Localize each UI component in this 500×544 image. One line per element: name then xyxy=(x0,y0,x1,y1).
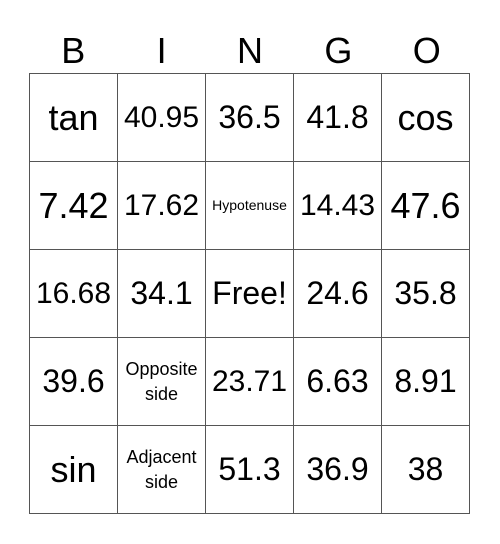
card-cell[interactable]: 38 xyxy=(381,425,470,514)
card-cell[interactable]: 40.95 xyxy=(117,73,206,162)
card-cell[interactable]: cos xyxy=(381,73,470,162)
header-letter-n: N xyxy=(236,30,263,71)
header-letter-o: O xyxy=(412,30,441,71)
card-cell[interactable]: Adjacent side xyxy=(117,425,206,514)
card-cell[interactable]: 8.91 xyxy=(381,337,470,426)
card-row: tan 40.95 36.5 41.8 cos xyxy=(29,73,470,162)
card-cell[interactable]: 24.6 xyxy=(293,249,382,338)
card-cell[interactable]: 6.63 xyxy=(293,337,382,426)
header-letter-i: I xyxy=(156,30,167,71)
card-cell[interactable]: 34.1 xyxy=(117,249,206,338)
card-cell[interactable]: Opposite side xyxy=(117,337,206,426)
free-space[interactable]: Free! xyxy=(205,249,294,338)
card-cell[interactable]: 7.42 xyxy=(29,161,118,250)
card-row: 7.42 17.62 Hypotenuse 14.43 47.6 xyxy=(29,161,470,250)
bingo-header: B I N G O xyxy=(29,28,471,73)
card-cell[interactable]: 35.8 xyxy=(381,249,470,338)
card-cell[interactable]: tan xyxy=(29,73,118,162)
card-cell[interactable]: 41.8 xyxy=(293,73,382,162)
card-cell[interactable]: 36.5 xyxy=(205,73,294,162)
card-cell[interactable]: 51.3 xyxy=(205,425,294,514)
card-cell[interactable]: 17.62 xyxy=(117,161,206,250)
bingo-card: tan 40.95 36.5 41.8 cos 7.42 17.62 Hypot… xyxy=(29,73,470,514)
card-cell[interactable]: 47.6 xyxy=(381,161,470,250)
card-cell[interactable]: 39.6 xyxy=(29,337,118,426)
card-cell[interactable]: sin xyxy=(29,425,118,514)
card-row: 16.68 34.1 Free! 24.6 35.8 xyxy=(29,249,470,338)
card-cell[interactable]: Hypotenuse xyxy=(205,161,294,250)
card-cell[interactable]: 36.9 xyxy=(293,425,382,514)
card-row: 39.6 Opposite side 23.71 6.63 8.91 xyxy=(29,337,470,426)
header-letter-g: G xyxy=(324,30,353,71)
header-letter-b: B xyxy=(61,30,86,71)
card-row: sin Adjacent side 51.3 36.9 38 xyxy=(29,425,470,514)
card-cell[interactable]: 14.43 xyxy=(293,161,382,250)
card-cell[interactable]: 16.68 xyxy=(29,249,118,338)
card-cell[interactable]: 23.71 xyxy=(205,337,294,426)
